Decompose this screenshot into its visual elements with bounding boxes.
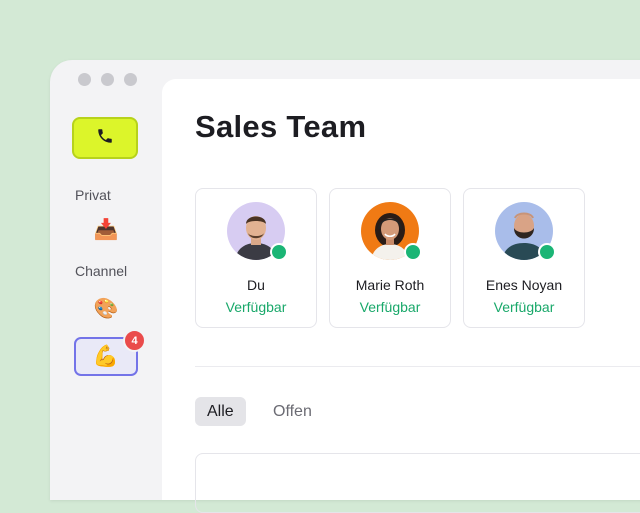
- online-status-dot: [404, 243, 422, 261]
- flexed-biceps-icon: 💪: [92, 344, 120, 368]
- section-divider: [195, 366, 640, 367]
- page-title: Sales Team: [195, 109, 367, 144]
- member-card[interactable]: Du Verfügbar: [195, 188, 317, 328]
- member-card[interactable]: Marie Roth Verfügbar: [329, 188, 451, 328]
- member-name: Du: [247, 277, 265, 293]
- member-name: Enes Noyan: [485, 277, 563, 293]
- sidebar-item-biceps-channel[interactable]: 💪 4: [74, 329, 146, 376]
- artist-palette-icon: 🎨: [93, 297, 119, 320]
- list-panel: [195, 453, 640, 513]
- online-status-dot: [270, 243, 288, 261]
- call-button[interactable]: [72, 117, 138, 159]
- app-window: Privat 📥 Channel 🎨 💪 4 Sales Team Du Ver…: [50, 60, 640, 513]
- filter-tab-alle[interactable]: Alle: [195, 397, 246, 426]
- member-status: Verfügbar: [493, 299, 555, 315]
- phone-icon: [96, 127, 114, 150]
- member-status: Verfügbar: [225, 299, 287, 315]
- sidebar-item-inbox[interactable]: 📥: [88, 211, 124, 247]
- member-card[interactable]: Enes Noyan Verfügbar: [463, 188, 585, 328]
- inbox-tray-icon: 📥: [93, 218, 119, 241]
- section-label-privat: Privat: [75, 187, 111, 203]
- avatar: [227, 202, 288, 261]
- avatar: [361, 202, 422, 261]
- section-label-channel: Channel: [75, 263, 128, 279]
- member-name: Marie Roth: [355, 277, 425, 293]
- avatar: [495, 202, 556, 261]
- sidebar-item-palette-channel[interactable]: 🎨: [88, 290, 124, 326]
- unread-badge: 4: [123, 329, 146, 352]
- main-panel: Sales Team Du Verfügbar Marie Roth Verfü…: [162, 79, 640, 513]
- member-status: Verfügbar: [359, 299, 421, 315]
- filter-tab-offen[interactable]: Offen: [261, 397, 324, 426]
- sidebar: Privat 📥 Channel 🎨 💪 4: [50, 60, 162, 500]
- online-status-dot: [538, 243, 556, 261]
